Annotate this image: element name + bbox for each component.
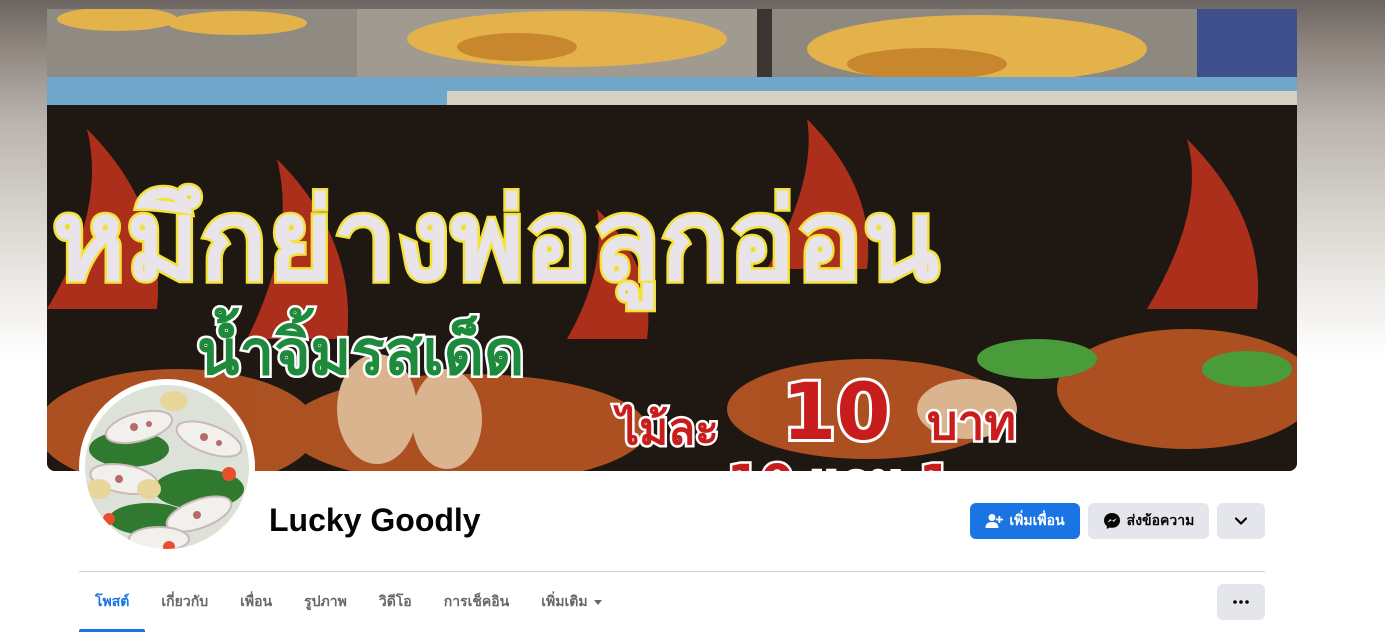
banner-price-unit: บาท: [927, 395, 1016, 451]
cover-photo-image: หมึกย่างพ่อลูกอ่อน น้ำจิ้มรสเด็ด ไม้ละ 1…: [47, 9, 1297, 471]
banner-price-number: 10: [782, 368, 891, 458]
tab-posts[interactable]: โพสต์: [79, 580, 146, 632]
add-friend-label: เพิ่มเพื่อน: [1009, 513, 1065, 529]
tab-about-label: เกี่ยวกับ: [161, 594, 209, 610]
avatar-image: [81, 381, 253, 553]
send-message-button[interactable]: ส่งข้อความ: [1088, 503, 1209, 539]
banner-price-prefix: ไม้ละ: [613, 403, 719, 455]
messenger-icon: [1103, 512, 1121, 530]
chevron-down-icon: [1234, 516, 1248, 526]
tabs-options-button[interactable]: [1217, 584, 1265, 620]
send-message-label: ส่งข้อความ: [1126, 513, 1195, 529]
tab-check-ins-label: การเช็คอิน: [443, 594, 510, 610]
tab-friends[interactable]: เพื่อน: [224, 580, 288, 624]
banner-title-text: หมึกย่างพ่อลูกอ่อน: [52, 176, 939, 310]
tab-friends-label: เพื่อน: [240, 594, 273, 610]
tab-more-label: เพิ่มเติม: [541, 594, 588, 610]
tab-photos[interactable]: รูปภาพ: [288, 580, 363, 624]
profile-tabs: โพสต์ เกี่ยวกับ เพื่อน รูปภาพ วิดีโอ การ…: [79, 580, 618, 632]
banner-subtitle-text: น้ำจิ้มรสเด็ด: [197, 307, 524, 389]
header-divider: [79, 571, 1265, 572]
tab-photos-label: รูปภาพ: [304, 594, 347, 610]
caret-down-icon: [593, 599, 602, 605]
add-friend-button[interactable]: เพิ่มเพื่อน: [970, 503, 1080, 539]
banner-promo-text: 10 แถม 1: [727, 455, 952, 471]
tab-videos[interactable]: วิดีโอ: [363, 580, 428, 624]
profile-avatar[interactable]: [79, 379, 255, 555]
tab-posts-label: โพสต์: [95, 594, 130, 610]
tab-more[interactable]: เพิ่มเติม: [525, 580, 617, 624]
profile-more-button[interactable]: [1217, 503, 1265, 539]
more-options-icon: [1233, 600, 1249, 604]
tab-about[interactable]: เกี่ยวกับ: [145, 580, 224, 624]
add-friend-icon: [985, 513, 1004, 529]
profile-name: Lucky Goodly: [269, 502, 481, 538]
tab-check-ins[interactable]: การเช็คอิน: [428, 580, 526, 624]
tab-videos-label: วิดีโอ: [378, 594, 412, 610]
cover-photo[interactable]: หมึกย่างพ่อลูกอ่อน น้ำจิ้มรสเด็ด ไม้ละ 1…: [47, 9, 1297, 471]
